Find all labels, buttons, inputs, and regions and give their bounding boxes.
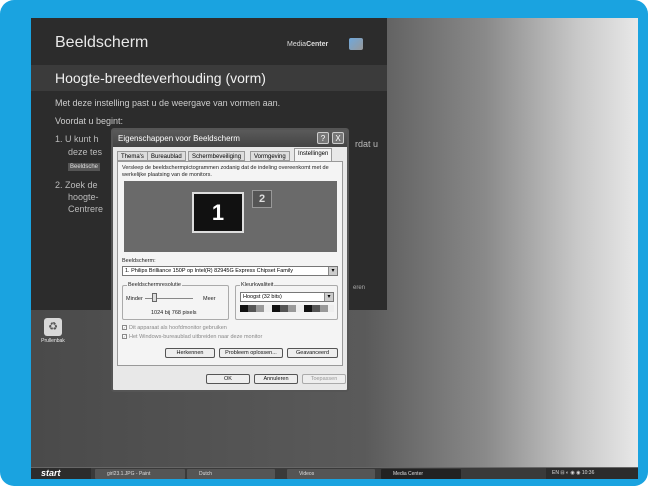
mc-brand-bold: Center [306,41,329,48]
mc-step1-right: rdat u [355,139,379,149]
advanced-button[interactable]: Geavanceerd [287,348,338,358]
monitor-1[interactable]: 1 [192,192,244,233]
color-select[interactable]: Hoogst (32 bits) ▾ [240,292,334,302]
tab-appearance[interactable]: Vormgeving [250,151,290,161]
tab-settings[interactable]: Instellingen [294,148,333,161]
mc-heading: Hoogte-breedteverhouding (vorm) [55,70,266,86]
color-value: Hoogst (32 bits) [243,294,282,300]
mc-step1: 1. U kunt h [55,134,99,144]
mc-step2: 2. Zoek de [55,180,98,190]
task-videos[interactable]: Videos [287,469,375,479]
display-select[interactable]: 1. Philips Brilliance 150P op Intel(R) 8… [122,266,338,276]
more-label: Meer [203,296,216,302]
mc-display-button[interactable]: Beeldsche [68,163,101,171]
tray-icons[interactable]: ⊟ ◐ ◉ ◉ [560,470,582,476]
mc-title: Beeldscherm [55,34,149,51]
windows-logo-icon [349,38,363,50]
display-value: 1. Philips Brilliance 150P op Intel(R) 8… [125,268,294,274]
system-tray: EN ⊟ ◐ ◉ ◉ 10:36 [546,468,638,479]
resolution-slider[interactable] [152,293,157,302]
color-group: Kleurkwaliteit Hoogst (32 bits) ▾ [235,282,338,320]
mc-before-label: Voordat u begint: [55,116,124,126]
primary-monitor-checkbox[interactable]: ✓ Dit apparaat als hoofdmonitor gebruiken [122,325,227,331]
panel-description: Versleep de beeldschermpictogrammen zoda… [122,165,329,178]
color-preview-bar [240,305,334,312]
monitor-layout: 1 2 [124,181,337,252]
extend-desktop-label: Het Windows-bureaublad uitbreiden naar d… [129,334,263,340]
recycle-bin-label: Prullenbak [41,338,65,344]
less-label: Minder [126,296,143,302]
display-label: Beeldscherm: [122,258,156,264]
mc-right-partial: eren [353,285,366,291]
cancel-button[interactable]: Annuleren [254,374,298,384]
clock: 10:36 [581,470,595,476]
checkbox-icon: ✓ [122,334,127,340]
extend-desktop-checkbox[interactable]: ✓ Het Windows-bureaublad uitbreiden naar … [122,334,262,340]
help-button[interactable]: ? [317,132,329,144]
task-paint[interactable]: girl23.1.JPG - Paint [95,469,185,479]
primary-monitor-label: Dit apparaat als hoofdmonitor gebruiken [129,325,227,331]
screen: Beeldscherm MediaCenter Hoogte-breedteve… [31,18,638,479]
settings-panel: Versleep de beeldschermpictogrammen zoda… [117,161,343,366]
mc-step1-cont: deze tes [68,147,103,157]
monitor-2[interactable]: 2 [252,190,272,208]
task-dutch[interactable]: Dutch [187,469,275,479]
mc-intro: Met deze instelling past u de weergave v… [55,98,281,108]
ok-button[interactable]: OK [206,374,250,384]
apply-button[interactable]: Toepassen [302,374,346,384]
checkbox-icon: ✓ [122,325,127,331]
start-button[interactable]: start [31,468,91,479]
chevron-down-icon[interactable]: ▾ [328,267,337,275]
mc-brand-prefix: Media [287,41,307,48]
recycle-bin-icon: ♻ [44,318,62,336]
mc-brand: MediaCenter [287,41,328,48]
resolution-group: Beeldschermresolutie Minder Meer 1024 bi… [122,282,229,320]
mc-step2-cont: hoogte- [68,192,99,202]
desktop-background [387,18,638,479]
resolution-label: Beeldschermresolutie [127,282,182,288]
troubleshoot-button[interactable]: Probleem oplossen... [219,348,283,358]
tab-desktop[interactable]: Bureaublad [147,151,186,161]
tab-screensaver[interactable]: Schermbeveiliging [188,151,246,161]
chevron-down-icon[interactable]: ▾ [324,293,333,301]
taskbar: start girl23.1.JPG - Paint Dutch Videos … [31,467,638,479]
tab-themes[interactable]: Thema's [117,151,148,161]
resolution-value: 1024 bij 768 pixels [151,310,197,316]
tray-language[interactable]: EN [552,470,559,476]
recycle-bin[interactable]: ♻ Prullenbak [38,318,68,344]
display-properties-dialog: Eigenschappen voor Beeldscherm ? X Thema… [111,128,349,392]
color-label: Kleurkwaliteit [240,282,275,288]
dialog-title: Eigenschappen voor Beeldscherm [113,130,347,147]
task-media-center[interactable]: Media Center [381,469,461,479]
mc-step2-cont2: Centrere [68,204,104,214]
identify-button[interactable]: Herkennen [165,348,215,358]
monitor-frame: Beeldscherm MediaCenter Hoogte-breedteve… [0,0,648,486]
close-button[interactable]: X [332,132,344,144]
